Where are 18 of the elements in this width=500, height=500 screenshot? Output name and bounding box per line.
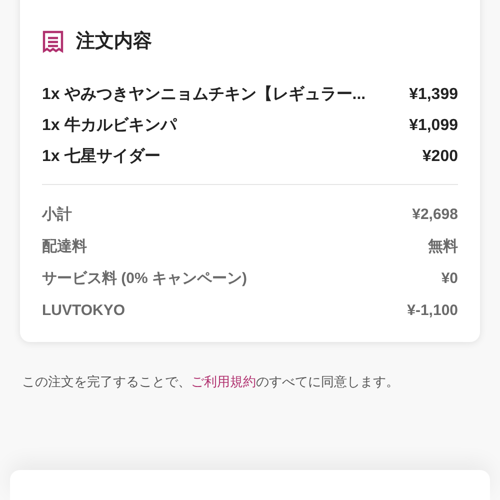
- summary-label: 配達料: [42, 236, 87, 257]
- item-name: 1x 牛カルビキンパ: [42, 116, 176, 136]
- terms-text: この注文を完了することで、ご利用規約のすべてに同意します。: [22, 372, 400, 390]
- summary-label: LUVTOKYO: [42, 300, 126, 321]
- summary-value: ¥-1,100: [407, 300, 458, 321]
- summary-value: 無料: [428, 236, 458, 257]
- section-title: 注文内容: [76, 30, 152, 54]
- item-name: 1x やみつきヤンニョムチキン【レギュラー...: [42, 84, 366, 105]
- summary-label: サービス料 (0% キャンペーン): [42, 268, 248, 289]
- item-price: ¥1,099: [409, 116, 458, 136]
- summary-value: ¥2,698: [412, 204, 458, 225]
- item-price: ¥1,399: [409, 85, 458, 105]
- terms-link[interactable]: ご利用規約: [191, 374, 256, 388]
- summary-label: 小計: [42, 204, 72, 225]
- receipt-icon: [42, 30, 64, 54]
- item-name: 1x 七星サイダー: [42, 146, 160, 167]
- item-price: ¥200: [422, 147, 458, 167]
- summary-value: ¥0: [441, 268, 458, 289]
